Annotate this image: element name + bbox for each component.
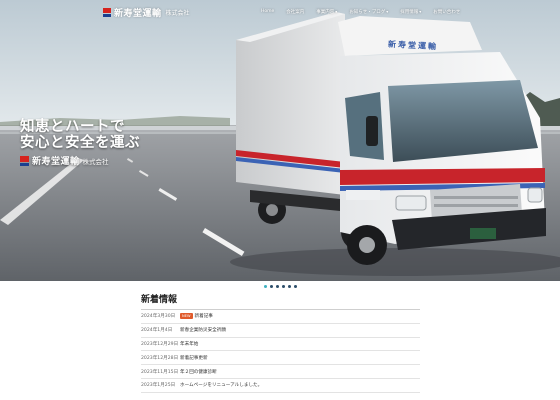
slider-dot-1[interactable] <box>263 285 267 288</box>
slider-dot-3[interactable] <box>275 285 279 288</box>
news-item[interactable]: 2024年3月30日 NEW 新着記事 <box>141 310 420 324</box>
news-title-link[interactable]: 年２回の健康診断 <box>180 369 217 375</box>
hero-slider: 新寿堂運輸 新寿堂運輸 株式会社 Home 会社案内 事業内容▾ お知らせ・ブロ… <box>0 0 560 281</box>
slider-dot-5[interactable] <box>287 285 291 288</box>
nav-item-label: 採用情報 <box>400 10 419 15</box>
logo-mark-icon <box>20 155 29 166</box>
nav-item-label: 事業内容 <box>316 10 335 15</box>
top-navigation: 新寿堂運輸 株式会社 Home 会社案内 事業内容▾ お知らせ・ブログ▾ 採用情… <box>0 0 560 24</box>
slogan-company-name: 新寿堂運輸 <box>32 157 80 167</box>
slogan-brand: 新寿堂運輸 株式会社 <box>20 154 140 167</box>
news-title-link[interactable]: 新春企業防災安全祈願 <box>180 327 226 333</box>
nav-item-label: 会社案内 <box>286 10 305 15</box>
news-date: 2023年11月15日 <box>141 369 179 375</box>
logo-company-name: 新寿堂運輸 <box>114 9 162 19</box>
news-date: 2023年12月28日 <box>141 355 179 361</box>
slider-dot-6[interactable] <box>293 285 297 288</box>
news-item[interactable]: 2023年12月28日 新着記事更新 <box>141 351 420 366</box>
chevron-down-icon: ▾ <box>335 9 338 14</box>
news-list: 2024年3月30日 NEW 新着記事 2024年1月4日 新春企業防災安全祈願… <box>141 310 420 393</box>
news-section: 新着情報 2024年3月30日 NEW 新着記事 2024年1月4日 新春企業防… <box>141 295 420 393</box>
news-item[interactable]: 2023年12月29日 年末年始 <box>141 338 420 352</box>
nav-item-services[interactable]: 事業内容▾ <box>310 9 343 15</box>
news-title-link[interactable]: 年末年始 <box>180 341 198 347</box>
news-item[interactable]: 2023年11月15日 年２回の健康診断 <box>141 365 420 379</box>
logo-company-suffix: 株式会社 <box>165 10 190 17</box>
news-title-link[interactable]: 新着記事 <box>195 313 213 319</box>
news-item[interactable]: 2023年1月25日 ホームページをリニューアルしました。 <box>141 379 420 393</box>
slider-pagination <box>0 285 560 288</box>
news-date: 2023年1月25日 <box>141 383 176 389</box>
slogan-line-1: 知恵とハートで <box>20 119 125 135</box>
nav-item-company[interactable]: 会社案内 <box>280 9 310 15</box>
site-logo[interactable]: 新寿堂運輸 株式会社 <box>103 6 190 19</box>
nav-item-label: お知らせ・ブログ <box>349 10 386 15</box>
chevron-down-icon: ▾ <box>419 9 422 14</box>
slogan-line-2: 安心と安全を運ぶ <box>20 135 140 151</box>
news-title-link[interactable]: 新着記事更新 <box>180 355 208 361</box>
chevron-down-icon: ▾ <box>386 9 389 14</box>
nav-item-home[interactable]: Home <box>255 9 280 15</box>
hero-slogan: 知恵とハートで 安心と安全を運ぶ 新寿堂運輸 株式会社 <box>20 119 140 167</box>
slider-dot-2[interactable] <box>269 285 273 288</box>
nav-item-recruit[interactable]: 採用情報▾ <box>394 9 427 15</box>
nav-item-label: Home <box>261 9 275 14</box>
nav-item-news-blog[interactable]: お知らせ・ブログ▾ <box>343 9 394 15</box>
slogan-company-suffix: 株式会社 <box>82 157 109 166</box>
new-badge: NEW <box>180 313 193 320</box>
nav-item-contact[interactable]: お問い合わせ <box>427 9 466 15</box>
logo-mark-icon <box>103 8 111 17</box>
news-date: 2023年12月29日 <box>141 341 179 347</box>
nav-item-label: お問い合わせ <box>433 10 461 15</box>
news-date: 2024年3月30日 <box>141 314 176 320</box>
news-date: 2024年1月4日 <box>141 328 173 334</box>
slider-dot-4[interactable] <box>281 285 285 288</box>
main-menu: Home 会社案内 事業内容▾ お知らせ・ブログ▾ 採用情報▾ お問い合わせ <box>255 9 466 15</box>
news-item[interactable]: 2024年1月4日 新春企業防災安全祈願 <box>141 324 420 338</box>
news-title-link[interactable]: ホームページをリニューアルしました。 <box>180 382 262 388</box>
news-heading: 新着情報 <box>141 295 178 305</box>
